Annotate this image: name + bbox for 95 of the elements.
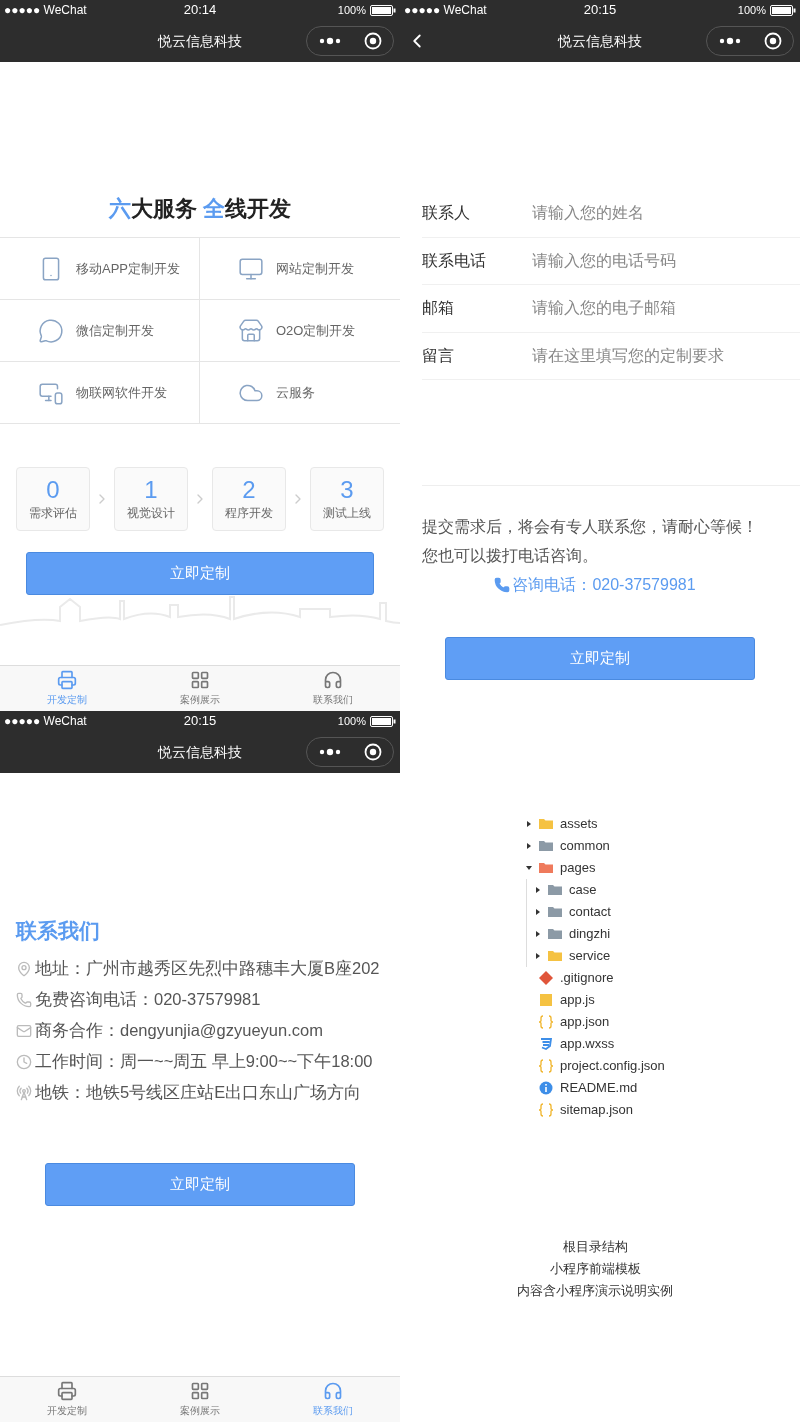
tree-item[interactable]: app.json [526, 1011, 800, 1033]
clock-time: 20:15 [583, 1, 617, 20]
tree-item[interactable]: service [535, 945, 800, 967]
tree-item[interactable]: pages [526, 857, 800, 879]
offering-tile[interactable]: 物联网软件开发 [0, 362, 200, 424]
clock-time: 20:15 [183, 712, 217, 731]
carrier-label: ●●●●● WeChat [404, 2, 488, 19]
tree-item[interactable]: dingzhi [535, 923, 800, 945]
step-number: 0 [46, 476, 60, 504]
tree-item[interactable]: sitemap.json [526, 1099, 800, 1121]
grid-icon [190, 670, 210, 690]
tree-item[interactable]: .gitignore [526, 967, 800, 989]
antenna-icon [16, 1084, 32, 1101]
js-file-icon [539, 993, 553, 1007]
field-label: 留言 [422, 345, 455, 366]
headset-icon [323, 1381, 344, 1401]
tree-item[interactable]: README.md [526, 1077, 800, 1099]
monitor-icon [238, 255, 264, 282]
notice-text: 您也可以拨打电话咨询。 [422, 546, 599, 566]
offering-tile[interactable]: 微信定制开发 [0, 300, 200, 362]
caption-text: 小程序前端模板 [549, 1260, 641, 1278]
battery-percent: 100% [737, 2, 766, 18]
step-label: 程序开发 [225, 505, 273, 522]
input-field[interactable]: 请输入您的电子邮箱 [532, 296, 800, 321]
printer-icon [56, 670, 77, 690]
location-pin-icon [16, 960, 32, 977]
contact-detail: 商务合作：dengyunjia@gzyueyun.com [35, 1020, 323, 1042]
battery-icon [370, 4, 396, 16]
tab[interactable]: 案例展示 [133, 1377, 267, 1422]
contact-heading: 联系我们 [16, 918, 101, 944]
battery-percent: 100% [337, 2, 366, 18]
tree-item[interactable]: app.wxss [526, 1033, 800, 1055]
battery-icon [370, 715, 396, 727]
tree-item[interactable]: assets [526, 813, 800, 835]
contact-detail: 地铁：地铁5号线区庄站E出口东山广场方向 [35, 1082, 362, 1104]
mail-icon [16, 1022, 32, 1039]
step-number: 2 [242, 476, 256, 504]
battery-icon [770, 4, 796, 16]
contact-detail: 工作时间：周一~~周五 早上9:00~~下午18:00 [35, 1051, 373, 1073]
clock-time: 20:14 [183, 1, 217, 20]
carrier-label: ●●●●● WeChat [4, 2, 88, 19]
step-number: 3 [340, 476, 354, 504]
phone-icon [16, 991, 32, 1008]
clock-icon [16, 1053, 32, 1070]
heading-word: 大服务 [130, 196, 198, 221]
page-title: 悦云信息科技 [158, 31, 242, 51]
contact-detail: 地址：广州市越秀区先烈中路穗丰大厦B座202 [35, 958, 380, 980]
caption-text: 根目录结构 [562, 1238, 628, 1256]
input-field[interactable]: 请输入您的姓名 [532, 201, 800, 226]
step-label: 需求评估 [29, 505, 77, 522]
phone-icon [494, 576, 511, 593]
step-label: 视觉设计 [127, 505, 175, 522]
printer-icon [56, 1381, 77, 1401]
close-icon[interactable] [763, 32, 782, 50]
heading-word: 六 [108, 196, 131, 221]
field-label: 联系电话 [422, 250, 487, 271]
tab[interactable]: 联系我们 [266, 666, 400, 711]
chat-icon [38, 317, 64, 344]
notice-text: 提交需求后，将会有专人联系您，请耐心等候！ [422, 517, 759, 537]
braces-icon [539, 1103, 553, 1117]
tab[interactable]: 开发定制 [0, 1377, 134, 1422]
tree-item[interactable]: case [535, 879, 800, 901]
close-icon[interactable] [363, 32, 382, 50]
grid-icon [190, 1381, 210, 1401]
step-label: 测试上线 [323, 505, 371, 522]
heading-word: 线开发 [225, 196, 292, 221]
more-icon[interactable] [318, 748, 341, 756]
input-field[interactable]: 请输入您的电话号码 [532, 248, 800, 273]
more-icon[interactable] [718, 37, 741, 45]
tree-item[interactable]: project.config.json [526, 1055, 800, 1077]
field-label: 联系人 [422, 203, 471, 224]
tab[interactable]: 案例展示 [133, 666, 267, 711]
info-icon [539, 1081, 553, 1095]
braces-icon [539, 1059, 553, 1073]
tree-item[interactable]: contact [535, 901, 800, 923]
page-title: 悦云信息科技 [558, 31, 642, 51]
field-label: 邮箱 [422, 298, 455, 319]
offering-tile[interactable]: 移动APP定制开发 [0, 238, 200, 300]
step-number: 1 [144, 476, 158, 504]
git-icon [539, 971, 553, 985]
heading-word: 全 [203, 196, 226, 221]
page-title: 悦云信息科技 [158, 742, 242, 762]
battery-percent: 100% [337, 713, 366, 729]
css-icon [539, 1037, 553, 1051]
close-icon[interactable] [363, 743, 382, 761]
input-field[interactable]: 请在这里填写您的定制要求 [532, 343, 800, 368]
store-icon [238, 317, 264, 344]
more-icon[interactable] [318, 37, 341, 45]
carrier-label: ●●●●● WeChat [4, 713, 88, 730]
tree-item[interactable]: app.js [526, 989, 800, 1011]
headset-icon [323, 670, 344, 690]
braces-icon [539, 1015, 553, 1029]
contact-detail: 免费咨询电话：020-37579981 [35, 989, 261, 1011]
caption-text: 内容含小程序演示说明实例 [517, 1282, 673, 1300]
tree-item[interactable]: common [526, 835, 800, 857]
